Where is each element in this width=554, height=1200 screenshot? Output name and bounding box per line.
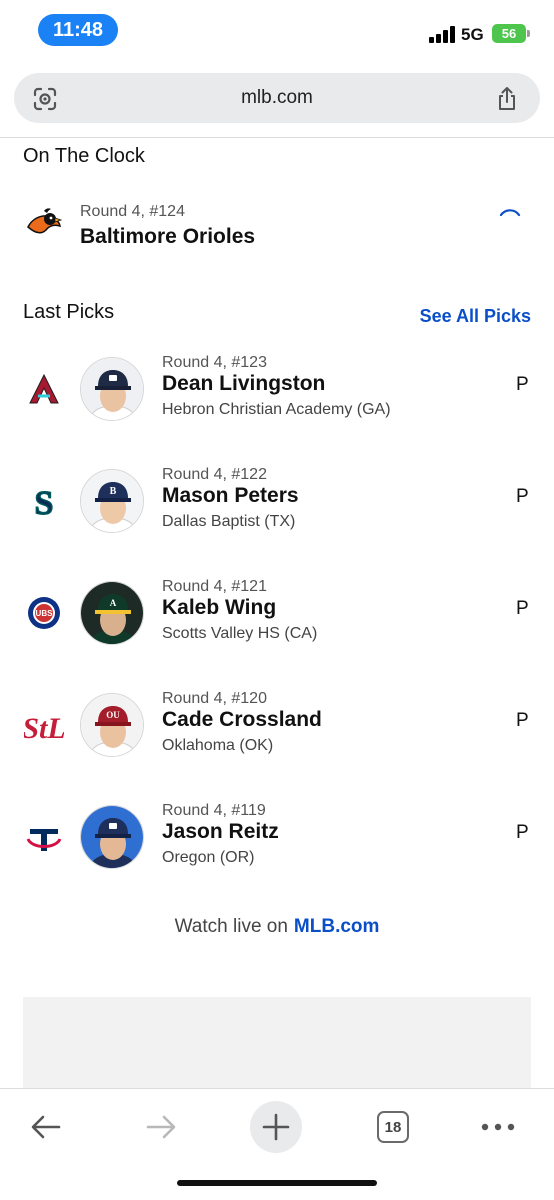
more-menu-button[interactable] [472, 1101, 524, 1153]
player-position: P [516, 710, 529, 731]
svg-text:B: B [110, 486, 117, 497]
pick-round: Round 4, #122 [162, 466, 267, 483]
share-icon[interactable] [494, 86, 520, 112]
mariners-logo-icon: S [24, 481, 64, 521]
pick-round: Round 4, #119 [162, 802, 266, 819]
player-photo [80, 805, 144, 869]
cardinals-logo-icon: StL [24, 705, 64, 745]
loading-spinner-icon [499, 209, 521, 217]
last-picks-title: Last Picks [23, 301, 115, 323]
forward-button[interactable] [135, 1101, 187, 1153]
diamondbacks-logo-icon [24, 369, 64, 409]
lens-icon[interactable] [32, 86, 58, 112]
status-time[interactable]: 11:48 [38, 14, 118, 46]
cellular-signal-icon [429, 26, 455, 43]
plus-icon [262, 1113, 290, 1141]
watch-live-text: Watch live on MLB.com [0, 916, 554, 938]
url-text[interactable]: mlb.com [241, 87, 313, 109]
pick-round: Round 4, #120 [162, 690, 267, 707]
pick-row[interactable]: StL OU Round 4, #120 Cade Crossland Okla… [0, 690, 554, 783]
orioles-logo-icon [24, 205, 64, 245]
more-dots-icon [481, 1123, 515, 1131]
ad-placeholder [23, 997, 531, 1089]
on-the-clock-card[interactable]: Round 4, #124 Baltimore Orioles [0, 195, 554, 265]
tab-count: 18 [377, 1111, 409, 1143]
arrow-right-icon [146, 1115, 176, 1139]
address-divider [0, 137, 554, 138]
status-bar: 11:48 5G 56 [0, 0, 554, 62]
player-name: Jason Reitz [162, 820, 279, 843]
player-school: Oklahoma (OK) [162, 737, 274, 754]
battery-nub [527, 30, 530, 37]
network-type: 5G [461, 25, 484, 44]
pick-round: Round 4, #123 [162, 354, 267, 371]
svg-text:S: S [35, 485, 54, 521]
back-button[interactable] [20, 1101, 72, 1153]
address-bar[interactable]: mlb.com [14, 73, 540, 123]
player-school: Oregon (OR) [162, 849, 255, 866]
on-the-clock-round: Round 4, #124 [80, 203, 185, 220]
on-the-clock-team: Baltimore Orioles [80, 225, 256, 248]
player-photo: B [80, 469, 144, 533]
svg-text:StL: StL [24, 712, 64, 745]
svg-text:OU: OU [106, 710, 120, 720]
svg-text:A: A [110, 598, 117, 608]
player-name: Kaleb Wing [162, 596, 277, 619]
on-the-clock-title: On The Clock [23, 145, 145, 167]
pick-round: Round 4, #121 [162, 578, 267, 595]
twins-logo-icon [24, 817, 64, 857]
watch-live-label: Watch live on [174, 916, 288, 937]
player-name: Dean Livingston [162, 372, 326, 395]
tab-switcher-button[interactable]: 18 [367, 1101, 419, 1153]
player-school: Hebron Christian Academy (GA) [162, 401, 391, 418]
pick-row[interactable]: S B Round 4, #122 Mason Peters Dallas Ba… [0, 466, 554, 559]
pick-row[interactable]: Round 4, #123 Dean Livingston Hebron Chr… [0, 354, 554, 447]
home-indicator[interactable] [177, 1180, 377, 1186]
player-position: P [516, 486, 529, 507]
pick-row[interactable]: UBS A Round 4, #121 Kaleb Wing Scotts Va… [0, 578, 554, 671]
arrow-left-icon [31, 1115, 61, 1139]
svg-text:UBS: UBS [36, 609, 54, 618]
battery-level: 56 [501, 26, 517, 41]
player-photo: A [80, 581, 144, 645]
new-tab-button[interactable] [250, 1101, 302, 1153]
player-position: P [516, 374, 529, 395]
battery-icon: 56 [492, 24, 526, 43]
player-position: P [516, 598, 529, 619]
see-all-picks-link[interactable]: See All Picks [420, 306, 531, 327]
cubs-logo-icon: UBS [24, 593, 64, 633]
player-name: Mason Peters [162, 484, 299, 507]
player-school: Dallas Baptist (TX) [162, 513, 296, 530]
player-position: P [516, 822, 529, 843]
player-school: Scotts Valley HS (CA) [162, 625, 318, 642]
player-photo [80, 357, 144, 421]
pick-row[interactable]: Round 4, #119 Jason Reitz Oregon (OR) P [0, 802, 554, 895]
mlb-com-link[interactable]: MLB.com [294, 916, 380, 937]
player-name: Cade Crossland [162, 708, 322, 731]
player-photo: OU [80, 693, 144, 757]
